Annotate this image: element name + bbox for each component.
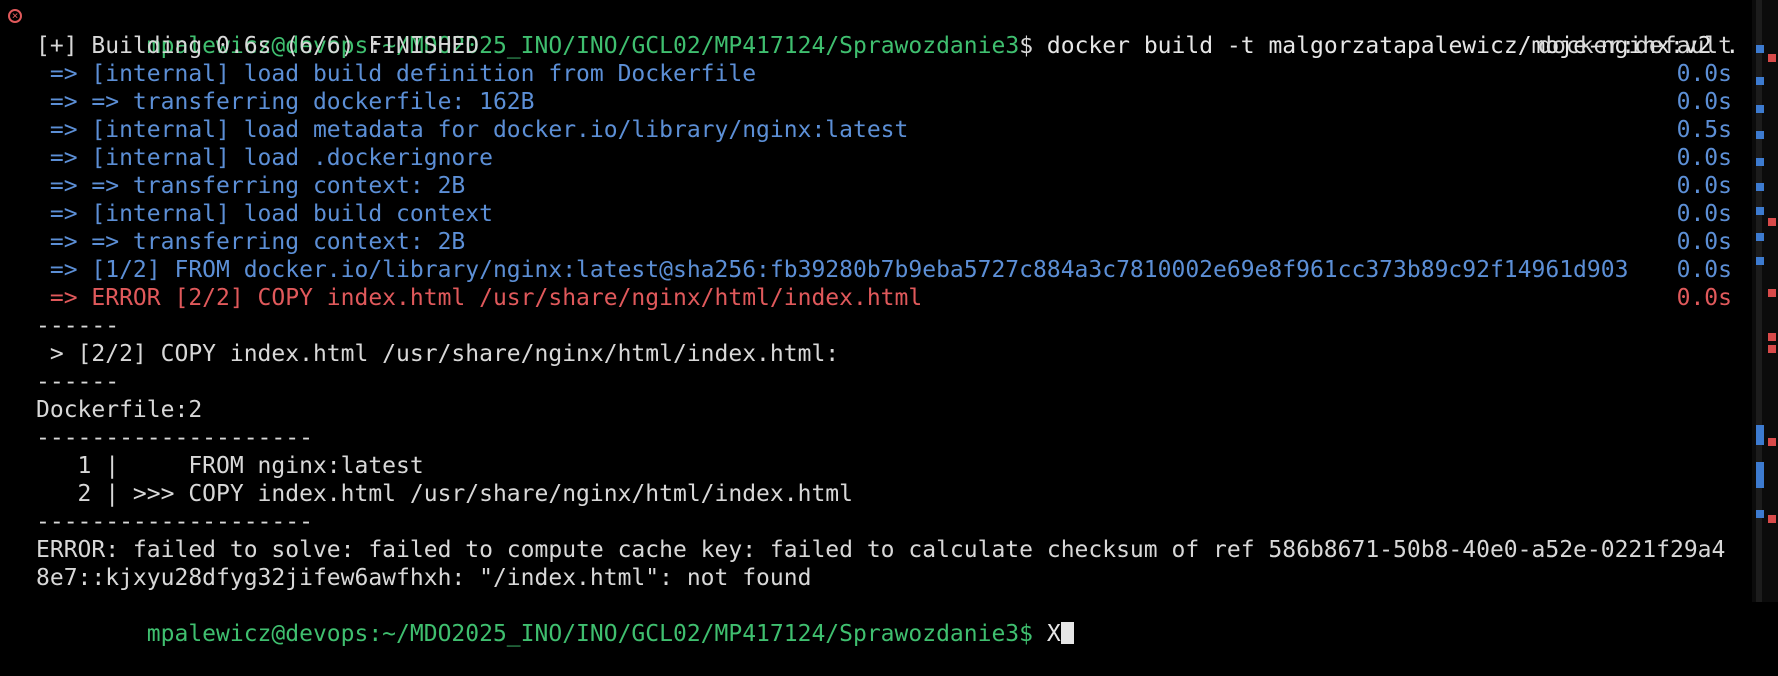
builder-name: docker:default bbox=[1538, 33, 1732, 59]
output-line: 1 | FROM nginx:latest bbox=[36, 452, 1736, 480]
build-step: => [internal] load build definition from… bbox=[36, 60, 1736, 88]
build-step-text: => [internal] load build context bbox=[36, 201, 493, 227]
output-line: -------------------- bbox=[36, 508, 1736, 536]
output-line: ------ bbox=[36, 368, 1736, 396]
build-step-text: => => transferring dockerfile: 162B bbox=[36, 89, 535, 115]
ruler-mark-info bbox=[1756, 207, 1764, 215]
build-header-line: [+] Building 0.6s (6/6) FINISHED docker:… bbox=[36, 32, 1736, 60]
ruler-mark-error bbox=[1768, 438, 1776, 446]
error-circle-icon: × bbox=[8, 9, 22, 23]
scrollbar[interactable] bbox=[1752, 0, 1778, 602]
build-step: => => transferring context: 2B 0.0s bbox=[36, 228, 1736, 256]
build-step-text: => [internal] load metadata for docker.i… bbox=[36, 117, 909, 143]
ruler-mark-error bbox=[1768, 333, 1776, 341]
ruler-mark-info bbox=[1756, 462, 1764, 488]
build-step-time: 0.0s bbox=[1676, 201, 1732, 227]
ruler-mark-info bbox=[1756, 510, 1764, 518]
output-text: ERROR: failed to solve: failed to comput… bbox=[36, 537, 1726, 563]
ruler-mark-info bbox=[1756, 233, 1764, 241]
output-text: > [2/2] COPY index.html /usr/share/nginx… bbox=[36, 341, 840, 367]
output-text: ------ bbox=[36, 313, 120, 339]
build-step: => => transferring dockerfile: 162B 0.0s bbox=[36, 88, 1736, 116]
build-step-text: => => transferring context: 2B bbox=[36, 173, 466, 199]
current-prompt: mpalewicz@devops:~/MDO2025_INO/INO/GCL02… bbox=[146, 621, 1047, 647]
output-text: 1 | FROM nginx:latest bbox=[36, 453, 424, 479]
ruler-mark-info bbox=[1756, 77, 1764, 85]
build-step-text: => [internal] load build definition from… bbox=[36, 61, 757, 87]
output-text: Dockerfile:2 bbox=[36, 397, 203, 423]
output-line: -------------------- bbox=[36, 424, 1736, 452]
ruler-mark-error bbox=[1768, 289, 1776, 297]
build-step: => [internal] load .dockerignore 0.0s bbox=[36, 144, 1736, 172]
output-text: -------------------- bbox=[36, 425, 313, 451]
build-step-time: 0.0s bbox=[1676, 229, 1732, 255]
output-line: 2 | >>> COPY index.html /usr/share/nginx… bbox=[36, 480, 1736, 508]
ruler-mark-info bbox=[1756, 45, 1764, 53]
ruler-mark-info bbox=[1756, 183, 1764, 191]
ruler-mark-error bbox=[1768, 218, 1776, 226]
terminal-window[interactable]: × mpalewicz@devops:~/MDO2025_INO/INO/GCL… bbox=[0, 0, 1778, 647]
output-line: ------ bbox=[36, 312, 1736, 340]
build-step-time: 0.0s bbox=[1676, 89, 1732, 115]
build-step: => [internal] load build context 0.0s bbox=[36, 200, 1736, 228]
ruler-mark-info bbox=[1756, 158, 1764, 166]
current-input[interactable]: X bbox=[1047, 621, 1061, 647]
build-step-time: 0.0s bbox=[1676, 173, 1732, 199]
build-step: => => transferring context: 2B 0.0s bbox=[36, 172, 1736, 200]
output-line: ERROR: failed to solve: failed to comput… bbox=[36, 536, 1736, 564]
output-line: Dockerfile:2 bbox=[36, 396, 1736, 424]
build-step-error: => ERROR [2/2] COPY index.html /usr/shar… bbox=[36, 284, 1736, 312]
output-text: ------ bbox=[36, 369, 120, 395]
ruler-mark-error bbox=[1768, 515, 1776, 523]
ruler-mark-info bbox=[1756, 257, 1764, 265]
text-cursor bbox=[1060, 622, 1074, 644]
ruler-mark-info bbox=[1756, 425, 1764, 445]
output-text: 8e7::kjxyu28dfyg32jifew6awfhxh: "/index.… bbox=[36, 565, 812, 591]
build-step-text: => => transferring context: 2B bbox=[36, 229, 466, 255]
build-step-text: => ERROR [2/2] COPY index.html /usr/shar… bbox=[36, 285, 923, 311]
terminal-output: mpalewicz@devops:~/MDO2025_INO/INO/GCL02… bbox=[36, 4, 1739, 647]
ruler-mark-error bbox=[1768, 345, 1776, 353]
output-text: 2 | >>> COPY index.html /usr/share/nginx… bbox=[36, 481, 853, 507]
build-step-time: 0.0s bbox=[1676, 145, 1732, 171]
build-step-time: 0.0s bbox=[1676, 285, 1732, 311]
current-prompt-line[interactable]: mpalewicz@devops:~/MDO2025_INO/INO/GCL02… bbox=[36, 592, 1736, 647]
ruler-mark-info bbox=[1756, 105, 1764, 113]
build-step: => [1/2] FROM docker.io/library/nginx:la… bbox=[36, 256, 1736, 284]
build-step-time: 0.5s bbox=[1676, 117, 1732, 143]
build-step: => [internal] load metadata for docker.i… bbox=[36, 116, 1736, 144]
output-line: > [2/2] COPY index.html /usr/share/nginx… bbox=[36, 340, 1736, 368]
ruler-mark-error bbox=[1768, 54, 1776, 62]
build-step-text: => [1/2] FROM docker.io/library/nginx:la… bbox=[36, 257, 1629, 283]
build-step-time: 0.0s bbox=[1676, 61, 1732, 87]
build-step-time: 0.0s bbox=[1676, 257, 1732, 283]
output-line: 8e7::kjxyu28dfyg32jifew6awfhxh: "/index.… bbox=[36, 564, 1736, 592]
command-line: mpalewicz@devops:~/MDO2025_INO/INO/GCL02… bbox=[36, 4, 1739, 59]
output-text: -------------------- bbox=[36, 509, 313, 535]
ruler-mark-info bbox=[1756, 131, 1764, 139]
build-step-text: => [internal] load .dockerignore bbox=[36, 145, 493, 171]
build-header: [+] Building 0.6s (6/6) FINISHED bbox=[36, 33, 480, 59]
